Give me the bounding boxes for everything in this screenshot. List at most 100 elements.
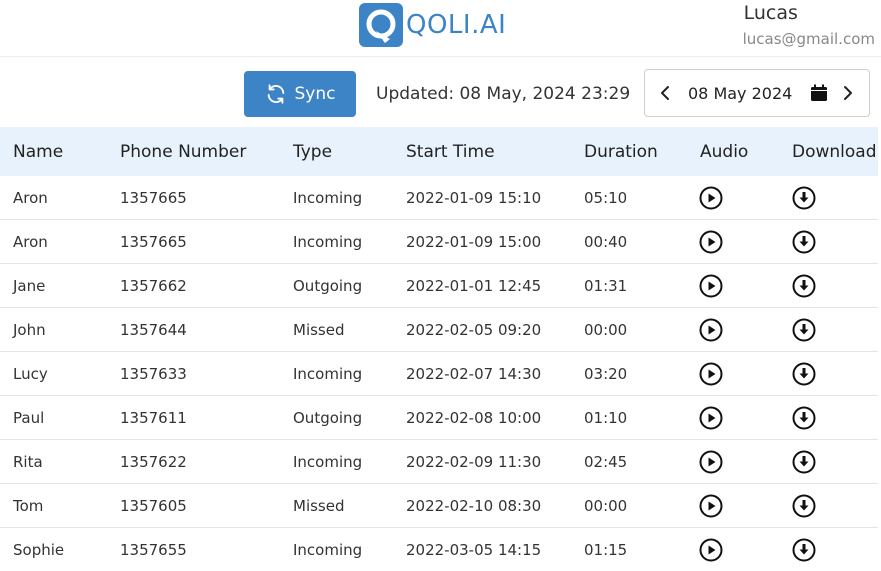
app-header: QOLI.AI Lucas lucas@gmail.com xyxy=(0,0,881,57)
download-circle-icon xyxy=(792,538,816,562)
download-button[interactable] xyxy=(779,264,878,308)
download-circle-icon xyxy=(792,230,816,254)
cell-phone: 1357622 xyxy=(107,440,280,484)
user-info[interactable]: Lucas lucas@gmail.com xyxy=(743,2,875,48)
cell-type: Incoming xyxy=(280,352,393,396)
cell-phone: 1357605 xyxy=(107,484,280,528)
cell-name: Aron xyxy=(0,176,107,220)
column-header-name[interactable]: Name xyxy=(0,127,107,176)
cell-type: Incoming xyxy=(280,528,393,571)
cell-name: Sophie xyxy=(0,528,107,571)
cell-duration: 00:00 xyxy=(571,308,687,352)
play-circle-icon xyxy=(699,406,723,430)
cell-start-time: 2022-02-07 14:30 xyxy=(393,352,571,396)
cell-duration: 01:10 xyxy=(571,396,687,440)
audio-play-button[interactable] xyxy=(687,264,779,308)
play-circle-icon xyxy=(699,538,723,562)
cell-type: Incoming xyxy=(280,176,393,220)
table-row: Aron1357665Incoming2022-01-09 15:0000:40 xyxy=(0,220,878,264)
download-circle-icon xyxy=(792,450,816,474)
audio-play-button[interactable] xyxy=(687,308,779,352)
call-log-table: Name Phone Number Type Start Time Durati… xyxy=(0,127,878,571)
prev-date-button[interactable] xyxy=(645,85,685,101)
download-button[interactable] xyxy=(779,440,878,484)
download-button[interactable] xyxy=(779,396,878,440)
cell-duration: 01:15 xyxy=(571,528,687,571)
chevron-right-icon xyxy=(841,85,855,101)
date-value: 08 May 2024 xyxy=(688,84,806,103)
calendar-icon xyxy=(810,84,828,102)
table-row: Jane1357662Outgoing2022-01-01 12:4501:31 xyxy=(0,264,878,308)
audio-play-button[interactable] xyxy=(687,528,779,571)
download-button[interactable] xyxy=(779,308,878,352)
cell-type: Outgoing xyxy=(280,264,393,308)
play-circle-icon xyxy=(699,494,723,518)
cell-duration: 00:00 xyxy=(571,484,687,528)
table-row: Paul1357611Outgoing2022-02-08 10:0001:10 xyxy=(0,396,878,440)
cell-phone: 1357644 xyxy=(107,308,280,352)
audio-play-button[interactable] xyxy=(687,220,779,264)
cell-duration: 03:20 xyxy=(571,352,687,396)
cell-phone: 1357665 xyxy=(107,220,280,264)
cell-start-time: 2022-02-05 09:20 xyxy=(393,308,571,352)
cell-name: Jane xyxy=(0,264,107,308)
play-circle-icon xyxy=(699,186,723,210)
date-picker[interactable]: 08 May 2024 xyxy=(644,69,870,117)
cell-duration: 05:10 xyxy=(571,176,687,220)
column-header-start-time[interactable]: Start Time xyxy=(393,127,571,176)
cell-name: Aron xyxy=(0,220,107,264)
calendar-button[interactable] xyxy=(806,84,832,102)
column-header-phone[interactable]: Phone Number xyxy=(107,127,280,176)
download-circle-icon xyxy=(792,494,816,518)
table-row: Sophie1357655Incoming2022-03-05 14:1501:… xyxy=(0,528,878,571)
play-circle-icon xyxy=(699,230,723,254)
column-header-duration[interactable]: Duration xyxy=(571,127,687,176)
column-header-download: Download xyxy=(779,127,878,176)
cell-phone: 1357611 xyxy=(107,396,280,440)
download-button[interactable] xyxy=(779,528,878,571)
download-circle-icon xyxy=(792,406,816,430)
cell-phone: 1357655 xyxy=(107,528,280,571)
download-circle-icon xyxy=(792,186,816,210)
download-button[interactable] xyxy=(779,484,878,528)
table-row: Tom1357605Missed2022-02-10 08:3000:00 xyxy=(0,484,878,528)
audio-play-button[interactable] xyxy=(687,484,779,528)
cell-type: Incoming xyxy=(280,440,393,484)
table-row: John1357644Missed2022-02-05 09:2000:00 xyxy=(0,308,878,352)
cell-type: Missed xyxy=(280,484,393,528)
sync-label: Sync xyxy=(295,84,336,104)
chevron-left-icon xyxy=(658,85,672,101)
download-button[interactable] xyxy=(779,176,878,220)
download-circle-icon xyxy=(792,318,816,342)
download-button[interactable] xyxy=(779,220,878,264)
cell-type: Missed xyxy=(280,308,393,352)
download-circle-icon xyxy=(792,362,816,386)
cell-phone: 1357665 xyxy=(107,176,280,220)
table-row: Aron1357665Incoming2022-01-09 15:1005:10 xyxy=(0,176,878,220)
audio-play-button[interactable] xyxy=(687,176,779,220)
column-header-type[interactable]: Type xyxy=(280,127,393,176)
audio-play-button[interactable] xyxy=(687,396,779,440)
cell-phone: 1357662 xyxy=(107,264,280,308)
updated-timestamp: Updated: 08 May, 2024 23:29 xyxy=(376,84,630,104)
logo-text: QOLI.AI xyxy=(406,10,506,40)
cell-duration: 02:45 xyxy=(571,440,687,484)
next-date-button[interactable] xyxy=(832,85,864,101)
cell-duration: 01:31 xyxy=(571,264,687,308)
cell-name: Paul xyxy=(0,396,107,440)
app-logo[interactable]: QOLI.AI xyxy=(359,3,506,47)
logo-mark-icon xyxy=(359,3,403,47)
table-header-row: Name Phone Number Type Start Time Durati… xyxy=(0,127,878,176)
cell-name: Rita xyxy=(0,440,107,484)
cell-name: Tom xyxy=(0,484,107,528)
sync-button[interactable]: Sync xyxy=(244,71,356,117)
audio-play-button[interactable] xyxy=(687,440,779,484)
download-circle-icon xyxy=(792,274,816,298)
cell-start-time: 2022-03-05 14:15 xyxy=(393,528,571,571)
audio-play-button[interactable] xyxy=(687,352,779,396)
play-circle-icon xyxy=(699,450,723,474)
play-circle-icon xyxy=(699,362,723,386)
cell-start-time: 2022-01-01 12:45 xyxy=(393,264,571,308)
cell-start-time: 2022-01-09 15:00 xyxy=(393,220,571,264)
download-button[interactable] xyxy=(779,352,878,396)
